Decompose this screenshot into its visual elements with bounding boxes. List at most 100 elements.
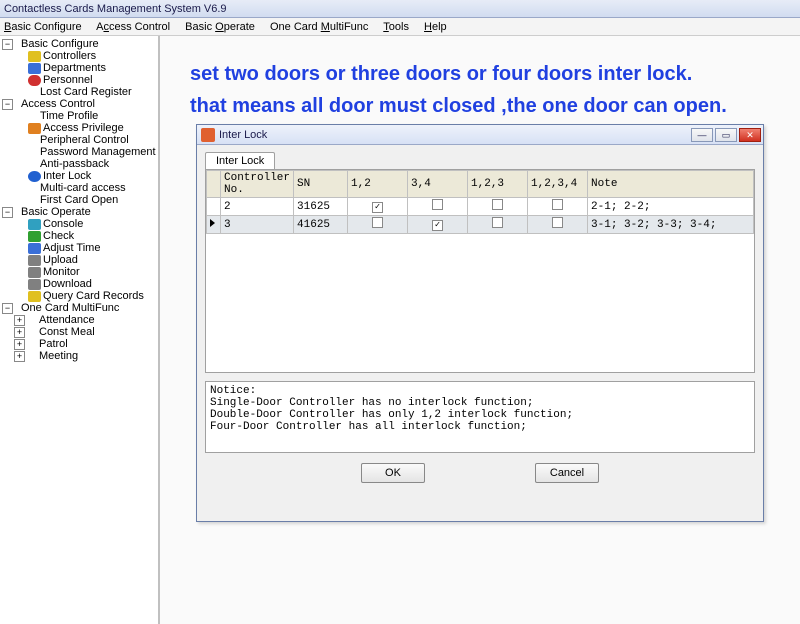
cell-note: 3-1; 3-2; 3-3; 3-4; xyxy=(588,216,754,234)
tree-basic-operate[interactable]: −Basic Operate xyxy=(2,206,158,218)
col-123[interactable]: 1,2,3 xyxy=(468,171,528,198)
clock-icon xyxy=(28,243,41,254)
col-34[interactable]: 3,4 xyxy=(408,171,468,198)
tree-attendance[interactable]: +Attendance xyxy=(2,314,158,326)
tree-label: Adjust Time xyxy=(43,242,100,254)
monitor-icon xyxy=(28,267,41,278)
col-1234[interactable]: 1,2,3,4 xyxy=(528,171,588,198)
col-rowhead xyxy=(207,171,221,198)
tree-label: Check xyxy=(43,230,74,242)
expand-icon[interactable]: + xyxy=(14,327,25,338)
tree-label: Departments xyxy=(43,62,106,74)
tree-patrol[interactable]: +Patrol xyxy=(2,338,158,350)
menu-tools[interactable]: Tools xyxy=(383,21,409,33)
tab-inter-lock[interactable]: Inter Lock xyxy=(205,152,275,169)
ok-button[interactable]: OK xyxy=(361,463,425,483)
tree-label: Lost Card Register xyxy=(40,86,132,98)
tree-const-meal[interactable]: + Const Meal xyxy=(2,326,158,338)
tree-controllers[interactable]: Controllers xyxy=(2,50,158,62)
annotation-line2: that means all door must closed ,the one… xyxy=(190,90,800,122)
tree-label: Const Meal xyxy=(39,326,95,338)
dialog-titlebar[interactable]: Inter Lock — ▭ ✕ xyxy=(197,125,763,145)
tree-check[interactable]: Check xyxy=(2,230,158,242)
tree-peripheral-control[interactable]: Peripheral Control xyxy=(2,134,158,146)
info-icon xyxy=(28,171,41,182)
minimize-button[interactable]: — xyxy=(691,128,713,142)
tree-label: Controllers xyxy=(43,50,96,62)
col-controller-no[interactable]: Controller No. xyxy=(221,171,294,198)
cell-chk-34[interactable] xyxy=(408,198,468,216)
notice-line: Four-Door Controller has all interlock f… xyxy=(210,421,750,433)
tree-departments[interactable]: Departments xyxy=(2,62,158,74)
cell-chk-123[interactable] xyxy=(468,216,528,234)
tree-multi-card-access[interactable]: Multi-card access xyxy=(2,182,158,194)
tree-label: Password Management xyxy=(40,146,156,158)
tree-meeting[interactable]: + Meeting xyxy=(2,350,158,362)
menu-access-control[interactable]: Access Control xyxy=(96,21,170,33)
menu-one-card-multifunc[interactable]: One Card MultiFunc xyxy=(270,21,368,33)
collapse-icon[interactable]: − xyxy=(2,99,13,110)
tree-one-card-multifunc[interactable]: −One Card MultiFunc xyxy=(2,302,158,314)
interlock-grid: Controller No. SN 1,2 3,4 1,2,3 1,2,3,4 … xyxy=(205,169,755,373)
cell-chk-123[interactable] xyxy=(468,198,528,216)
tree-label: First Card Open xyxy=(40,194,118,206)
cell-chk-12[interactable]: ✓ xyxy=(348,198,408,216)
menu-basic-operate[interactable]: Basic Operate xyxy=(185,21,255,33)
table-row[interactable]: 2 31625 ✓ 2-1; 2-2; xyxy=(207,198,754,216)
departments-icon xyxy=(28,63,41,74)
tree-time-profile[interactable]: Time Profile xyxy=(2,110,158,122)
maximize-button[interactable]: ▭ xyxy=(715,128,737,142)
tree-label: Access Control xyxy=(21,98,95,110)
cell-chk-1234[interactable] xyxy=(528,216,588,234)
tree-basic-configure[interactable]: − Basic Configure xyxy=(2,38,158,50)
collapse-icon[interactable]: − xyxy=(2,303,13,314)
notice-line: Single-Door Controller has no interlock … xyxy=(210,397,750,409)
menu-help[interactable]: Help xyxy=(424,21,447,33)
tree-personnel[interactable]: Personnel xyxy=(2,74,158,86)
app-title: Contactless Cards Management System V6.9 xyxy=(4,3,227,15)
expand-icon[interactable]: + xyxy=(14,339,25,350)
tree-access-privilege[interactable]: Access Privilege xyxy=(2,122,158,134)
cancel-button[interactable]: Cancel xyxy=(535,463,599,483)
tree-anti-passback[interactable]: Anti-passback xyxy=(2,158,158,170)
check-icon xyxy=(28,231,41,242)
tree-adjust-time[interactable]: Adjust Time xyxy=(2,242,158,254)
dialog-buttons: OK Cancel xyxy=(205,463,755,483)
tree-password-management[interactable]: Password Management xyxy=(2,146,158,158)
dialog-title: Inter Lock xyxy=(219,129,267,141)
tree-access-control[interactable]: −Access Control xyxy=(2,98,158,110)
col-sn[interactable]: SN xyxy=(294,171,348,198)
tree-label: Meeting xyxy=(39,350,78,362)
cell-chk-1234[interactable] xyxy=(528,198,588,216)
col-note[interactable]: Note xyxy=(588,171,754,198)
cell-chk-34[interactable]: ✓ xyxy=(408,216,468,234)
personnel-icon xyxy=(28,75,41,86)
tree-monitor[interactable]: Monitor xyxy=(2,266,158,278)
tree-label: Console xyxy=(43,218,83,230)
expand-icon[interactable]: + xyxy=(14,315,25,326)
tree-label: Basic Operate xyxy=(21,206,91,218)
table-row[interactable]: 3 41625 ✓ 3-1; 3-2; 3-3; 3-4; xyxy=(207,216,754,234)
col-12[interactable]: 1,2 xyxy=(348,171,408,198)
tree-first-card-open[interactable]: First Card Open xyxy=(2,194,158,206)
cell-chk-12[interactable] xyxy=(348,216,408,234)
tree-query-card-records[interactable]: Query Card Records xyxy=(2,290,158,302)
inter-lock-dialog: Inter Lock — ▭ ✕ Inter Lock Controller N… xyxy=(196,124,764,522)
notice-box: Notice: Single-Door Controller has no in… xyxy=(205,381,755,453)
expand-icon[interactable]: + xyxy=(14,351,25,362)
tree-label: Peripheral Control xyxy=(40,134,129,146)
tree-label: One Card MultiFunc xyxy=(21,302,119,314)
app-titlebar: Contactless Cards Management System V6.9 xyxy=(0,0,800,18)
upload-icon xyxy=(28,255,41,266)
close-button[interactable]: ✕ xyxy=(739,128,761,142)
tree-lost-card-register[interactable]: Lost Card Register xyxy=(2,86,158,98)
menu-basic-configure[interactable]: Basic Configure xyxy=(4,21,82,33)
cell-no: 3 xyxy=(221,216,294,234)
tree-download[interactable]: Download xyxy=(2,278,158,290)
collapse-icon[interactable]: − xyxy=(2,39,13,50)
tree-inter-lock[interactable]: Inter Lock xyxy=(2,170,158,182)
tree-console[interactable]: Console xyxy=(2,218,158,230)
collapse-icon[interactable]: − xyxy=(2,207,13,218)
tree-upload[interactable]: Upload xyxy=(2,254,158,266)
tree-label: Personnel xyxy=(43,74,93,86)
